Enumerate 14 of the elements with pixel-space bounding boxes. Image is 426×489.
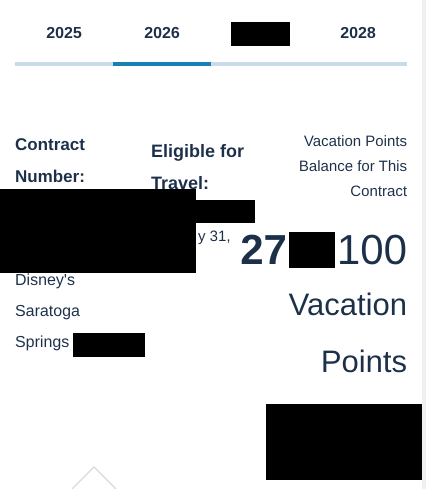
travel-date: y 31, <box>198 228 231 245</box>
redaction-block <box>73 333 145 357</box>
points-unit: Vacation Points <box>288 286 407 381</box>
resort-name: Disney's Saratoga Springs <box>15 271 81 353</box>
redaction-block <box>288 232 335 268</box>
balance-label: Vacation Points Balance for This Contract <box>298 132 407 202</box>
redaction-block <box>230 22 290 46</box>
year-tab[interactable]: 2026 <box>113 20 211 48</box>
contract-number-label: Contract Number: <box>15 134 86 188</box>
points-value: 27 <box>240 226 287 274</box>
year-tab[interactable]: 2028 <box>309 20 407 48</box>
year-tab[interactable]: 2025 <box>15 20 113 48</box>
points-value: 100 <box>336 226 407 274</box>
eligible-travel-label: Eligible for Travel: <box>151 140 246 195</box>
